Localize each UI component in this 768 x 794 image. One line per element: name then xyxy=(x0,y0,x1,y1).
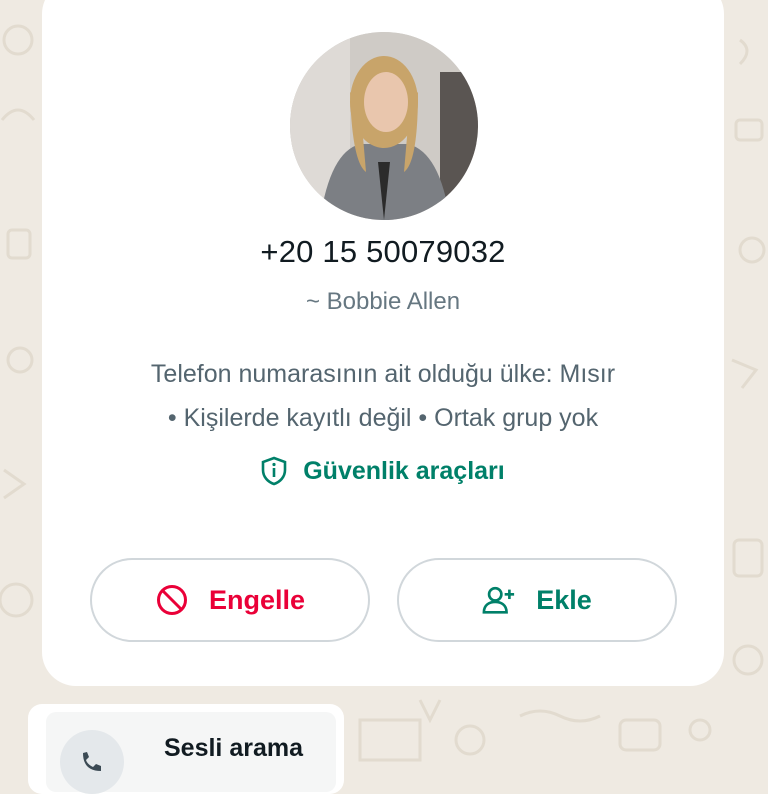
safety-tools-label: Güvenlik araçları xyxy=(303,456,505,485)
safety-tools-link[interactable]: Güvenlik araçları xyxy=(42,456,724,486)
add-contact-button[interactable]: Ekle xyxy=(397,558,677,642)
add-label: Ekle xyxy=(536,584,592,615)
missed-call-icon xyxy=(60,730,124,794)
contact-avatar[interactable] xyxy=(290,32,478,220)
contact-status-text: • Kişilerde kayıtlı değil • Ortak grup y… xyxy=(167,404,599,432)
block-icon xyxy=(155,583,189,617)
add-person-icon xyxy=(482,583,516,617)
contact-phone-number: +20 15 50079032 xyxy=(260,234,506,269)
shield-icon xyxy=(261,456,287,486)
block-button[interactable]: Engelle xyxy=(90,558,370,642)
voice-call-label: Sesli arama xyxy=(164,734,303,762)
block-label: Engelle xyxy=(208,584,306,615)
contact-info-card: +20 15 50079032 ~ Bobbie Allen Telefon n… xyxy=(42,0,724,686)
contact-details: Telefon numarasının ait olduğu ülke: Mıs… xyxy=(42,352,724,440)
country-info-text: Telefon numarasının ait olduğu ülke: Mıs… xyxy=(150,360,616,388)
contact-pushname: ~ Bobbie Allen xyxy=(305,288,461,315)
